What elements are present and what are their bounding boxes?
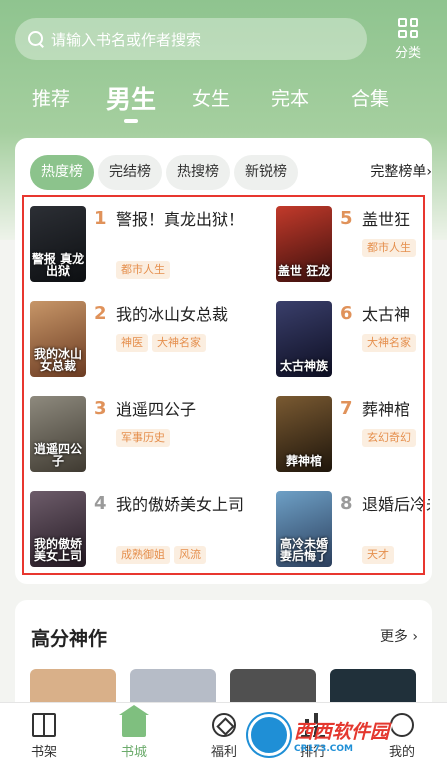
tab-completed[interactable]: 完本	[271, 84, 309, 111]
search-placeholder: 请输入书名或作者搜索	[51, 30, 202, 49]
full-ranking-link[interactable]: 完整榜单›	[366, 155, 432, 190]
tab-male[interactable]: 男生	[106, 80, 156, 116]
more-link[interactable]: 更多 ›	[380, 626, 418, 646]
watermark-text: 西西软件园	[294, 720, 390, 743]
chip-new[interactable]: 新锐榜	[234, 155, 298, 190]
channel-tabs: 推荐 男生 女生 完本 合集	[0, 80, 447, 123]
chip-finished[interactable]: 完结榜	[98, 155, 162, 190]
chip-search[interactable]: 热搜榜	[166, 155, 230, 190]
chevron-right-icon: ›	[412, 629, 418, 645]
search-icon	[27, 30, 45, 48]
watermark-emblem	[248, 714, 290, 756]
nav-label: 书城	[120, 745, 147, 760]
active-tab-indicator	[124, 119, 138, 123]
category-button[interactable]: 分类	[388, 16, 428, 62]
watermark-url: CR173.COM	[294, 743, 353, 754]
nav-label: 书架	[30, 745, 57, 760]
category-label: 分类	[394, 46, 421, 61]
bookstore-icon	[119, 705, 149, 737]
bookshelf-icon	[32, 713, 56, 737]
chip-hot[interactable]: 热度榜	[30, 155, 94, 190]
highlight-frame	[22, 195, 425, 575]
tab-recommend[interactable]: 推荐	[32, 84, 70, 111]
ranking-chips: 热度榜 完结榜 热搜榜 新锐榜 完整榜单›	[30, 155, 432, 191]
grid-icon	[398, 18, 418, 38]
watermark-logo: 西西软件园 CR173.COM	[248, 712, 428, 758]
tab-collection[interactable]: 合集	[351, 84, 389, 111]
tab-female[interactable]: 女生	[192, 84, 230, 111]
nav-welfare[interactable]: 福利	[194, 703, 254, 762]
search-bar[interactable]: 请输入书名或作者搜索	[15, 18, 367, 60]
full-ranking-label: 完整榜单	[370, 164, 427, 180]
section-title: 高分神作	[31, 628, 108, 650]
more-label: 更多	[379, 629, 408, 645]
chevron-right-icon: ›	[426, 164, 432, 180]
nav-bookshelf[interactable]: 书架	[14, 703, 74, 762]
nav-label: 福利	[210, 745, 237, 760]
welfare-icon	[212, 713, 236, 737]
nav-bookstore[interactable]: 书城	[104, 703, 164, 762]
